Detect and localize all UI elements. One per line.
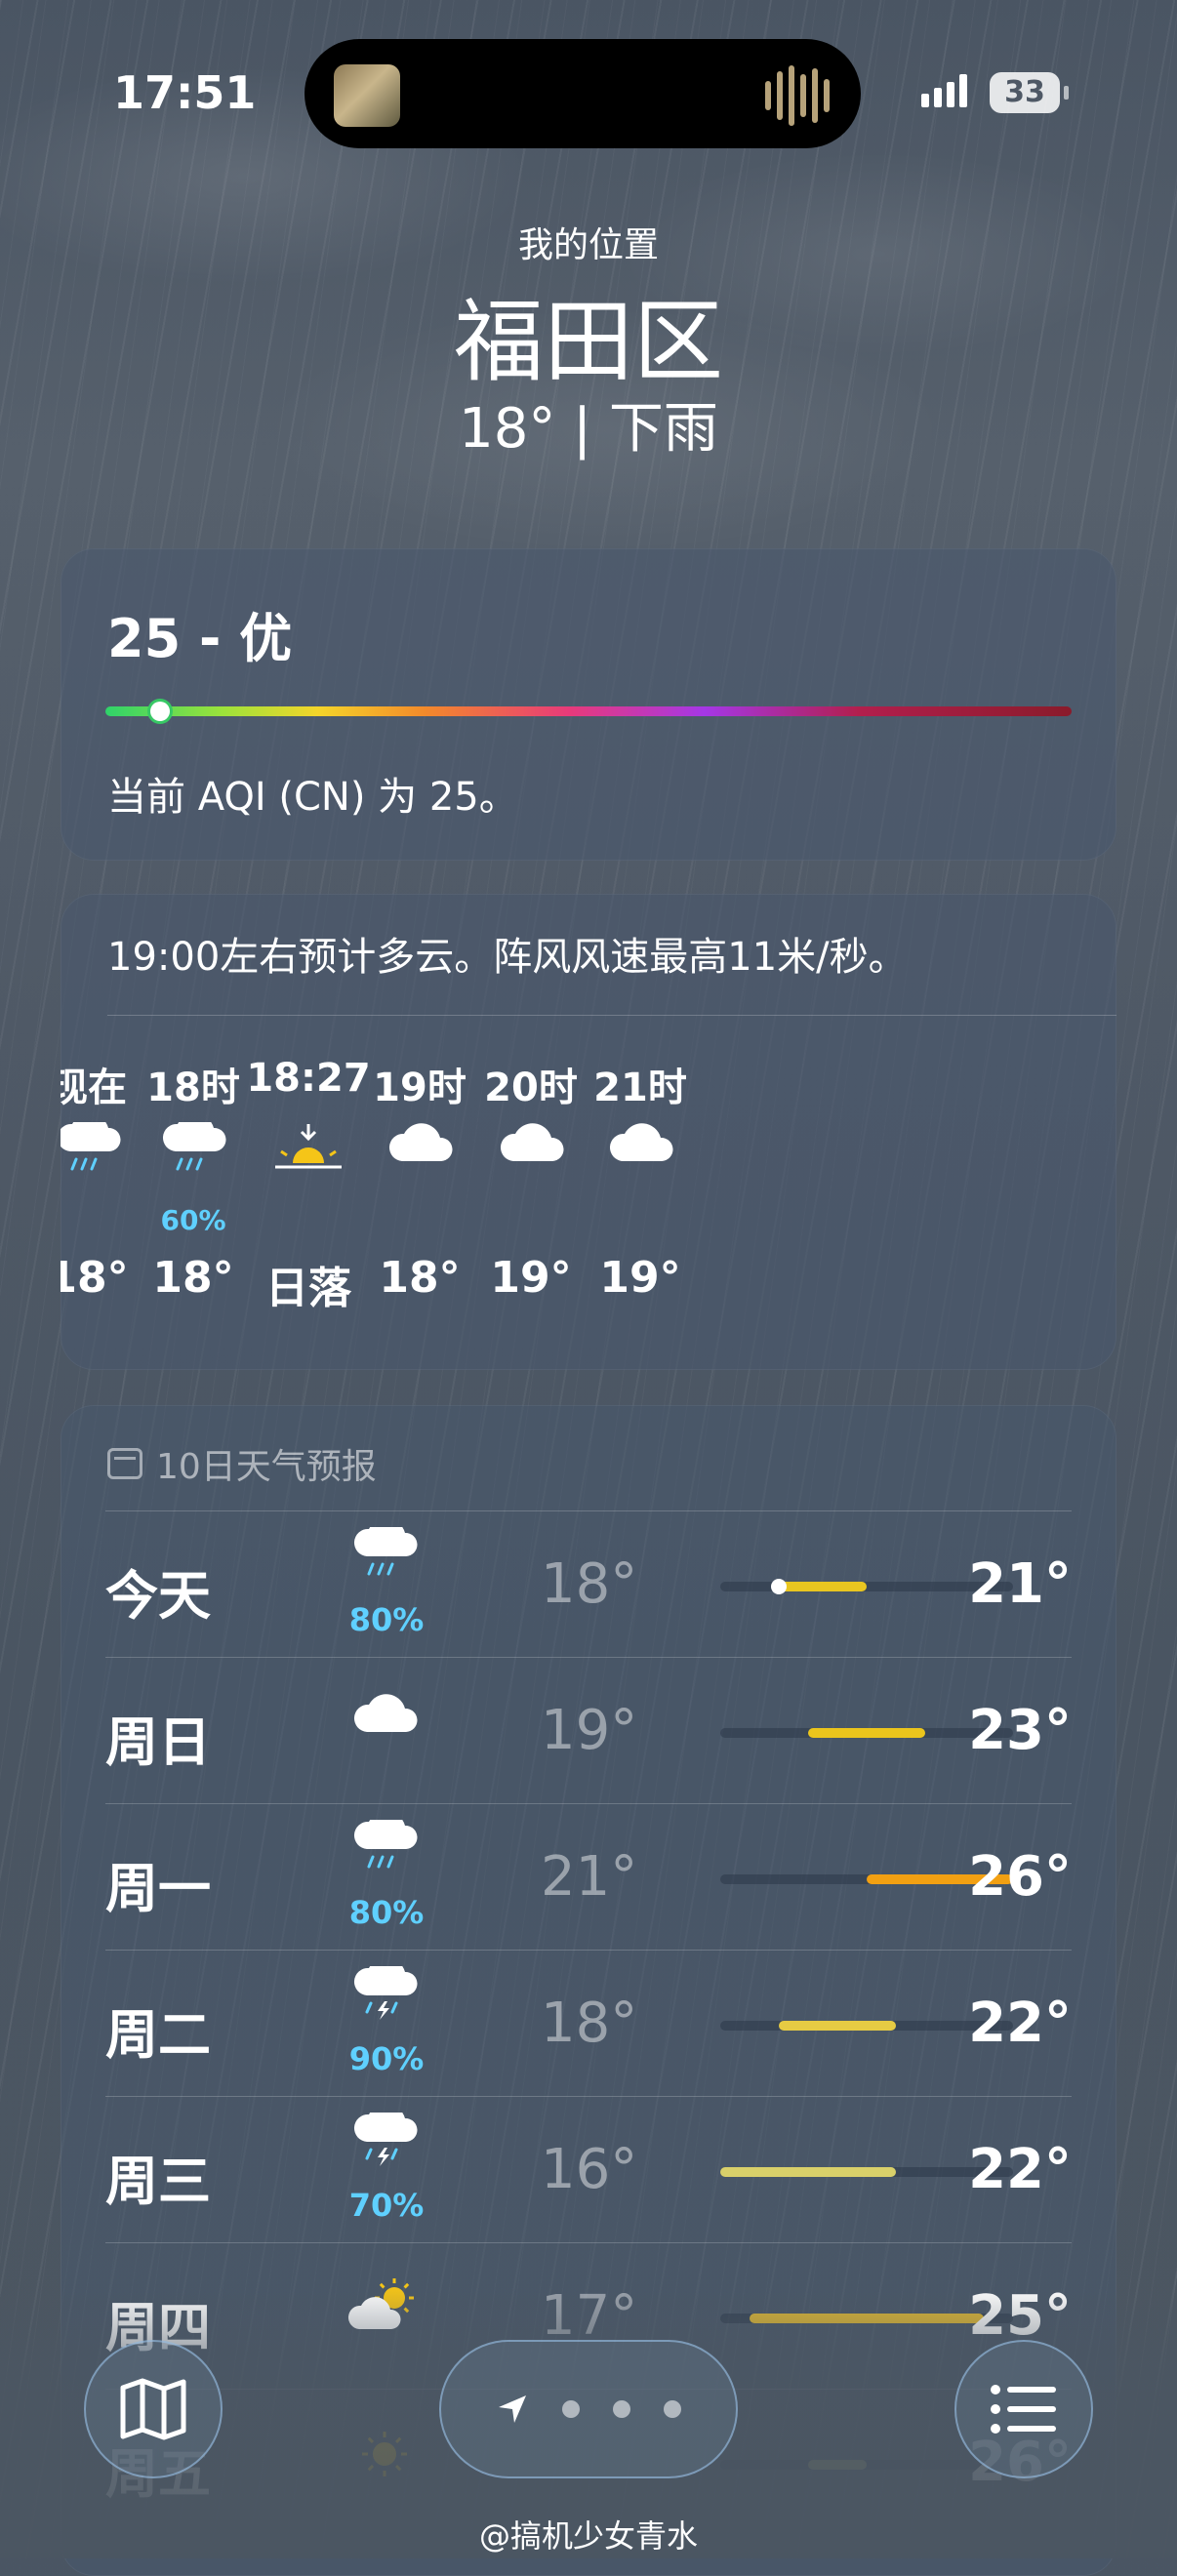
signal-icon: [921, 74, 967, 107]
temp-range-bar: [720, 2167, 896, 2177]
high-temp: 26°: [968, 1845, 1072, 1909]
dynamic-island[interactable]: [304, 39, 861, 148]
map-button[interactable]: [84, 2340, 223, 2478]
page-indicator[interactable]: [439, 2340, 738, 2478]
hourly-item: 21时 19°: [567, 1056, 713, 1303]
hourly-summary: 19:00左右预计多云。阵风风速最高11米/秒。: [107, 935, 908, 980]
calendar-icon: [107, 1448, 142, 1479]
day-name: 周二: [105, 2004, 211, 2066]
low-temp: 21°: [541, 1845, 638, 1909]
daily-row[interactable]: 周日 19° 23°: [105, 1657, 1072, 1804]
temp-range-bar: [779, 2021, 896, 2031]
high-temp: 22°: [968, 1992, 1072, 2055]
page-dot[interactable]: [664, 2400, 681, 2418]
hour-label: 21时: [593, 1066, 687, 1110]
battery-icon: 33: [990, 72, 1060, 113]
page-dot[interactable]: [613, 2400, 630, 2418]
low-temp: 18°: [541, 1552, 638, 1616]
rain-icon: 80%: [328, 1811, 445, 1937]
aqi-scale-bar: [105, 706, 1072, 716]
thunder-icon: 70%: [328, 2104, 445, 2230]
aqi-card[interactable]: 25 - 优 当前 AQI (CN) 为 25。: [61, 548, 1116, 861]
aqi-description: 当前 AQI (CN) 为 25。: [107, 775, 518, 820]
daily-header-label: 10日天气预报: [156, 1447, 377, 1487]
rain-icon: 80%: [328, 1518, 445, 1644]
low-temp: 16°: [541, 2138, 638, 2201]
hour-temp: 19°: [599, 1253, 681, 1303]
aqi-indicator: [150, 702, 170, 721]
high-temp: 23°: [968, 1699, 1072, 1762]
precip-chance: 80%: [348, 1894, 425, 1931]
aqi-value: 25 - 优: [107, 608, 293, 669]
location-name: 福田区: [453, 290, 723, 394]
high-temp: 21°: [968, 1552, 1072, 1616]
thunder-icon: 90%: [328, 1957, 445, 2083]
day-name: 周一: [105, 1858, 211, 1919]
day-name: 今天: [105, 1565, 211, 1627]
precip-chance: 90%: [348, 2040, 425, 2077]
status-time: 17:51: [113, 66, 257, 119]
location-subtitle: 我的位置: [517, 225, 659, 265]
high-temp: 22°: [968, 2138, 1072, 2201]
daily-row[interactable]: 今天 80% 18° 21°: [105, 1510, 1072, 1658]
divider: [107, 1015, 1116, 1016]
list-icon: [991, 2385, 1056, 2434]
audio-waveform-icon: [765, 64, 833, 127]
page-dot[interactable]: [562, 2400, 580, 2418]
daily-row[interactable]: 周二 90% 18° 22°: [105, 1950, 1072, 2097]
day-name: 周日: [105, 1711, 211, 1773]
temp-range-bar: [779, 1582, 867, 1591]
daily-header: 10日天气预报: [107, 1438, 377, 1489]
now-playing-artwork[interactable]: [334, 64, 400, 127]
precip-chance: 70%: [348, 2187, 425, 2224]
location-arrow-icon[interactable]: [496, 2393, 529, 2426]
map-icon: [120, 2378, 186, 2440]
current-condition: 18° | 下雨: [459, 397, 718, 461]
cloud-icon: [328, 1673, 445, 1791]
precip-chance: 80%: [348, 1601, 425, 1638]
current-temp-dot: [771, 1579, 787, 1594]
watermark: @搞机少女青水: [478, 2517, 698, 2555]
city-list-button[interactable]: [954, 2340, 1093, 2478]
temp-range-bar: [808, 1728, 925, 1738]
daily-row[interactable]: 周三 70% 16° 22°: [105, 2096, 1072, 2243]
cloud-icon: [567, 1122, 713, 1241]
low-temp: 19°: [541, 1699, 638, 1762]
low-temp: 18°: [541, 1992, 638, 2055]
day-name: 周三: [105, 2151, 211, 2212]
hourly-forecast-card[interactable]: 19:00左右预计多云。阵风风速最高11米/秒。 现在 18° 18时 60% …: [61, 894, 1116, 1370]
daily-row[interactable]: 周一 80% 21° 26°: [105, 1803, 1072, 1951]
battery-cap: [1064, 86, 1069, 100]
